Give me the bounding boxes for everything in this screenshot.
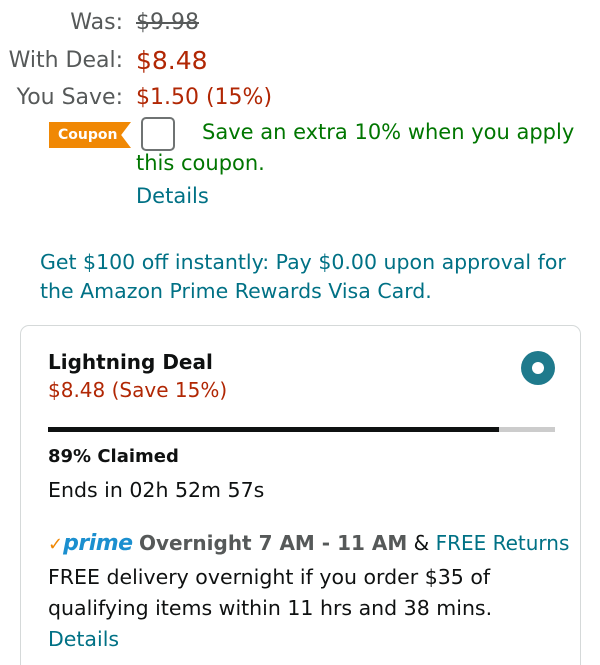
delivery-details-link[interactable]: Details <box>48 624 119 655</box>
delivery-window: Overnight 7 AM - 11 AM <box>138 531 408 555</box>
radio-selected-dot <box>532 362 544 374</box>
you-save-row: You Save: $1.50 (15%) <box>0 80 600 116</box>
was-price: $9.98 <box>136 10 199 35</box>
was-price-row: Was: $9.98 <box>0 5 600 41</box>
claimed-progress-bar <box>48 427 555 432</box>
savings-amount: $1.50 (15%) <box>136 85 273 110</box>
prime-card-promo-link[interactable]: Get $100 off instantly: Pay $0.00 upon a… <box>40 248 580 306</box>
prime-wordmark: prime <box>63 531 133 556</box>
coupon-details-link[interactable]: Details <box>136 181 209 212</box>
lightning-deal-title: Lightning Deal <box>48 350 213 374</box>
lightning-deal-card[interactable]: Lightning Deal $8.48 (Save 15%) 89% Clai… <box>20 325 581 665</box>
deal-price-row: With Deal: $8.48 <box>0 43 600 79</box>
lightning-deal-price: $8.48 (Save 15%) <box>48 378 228 402</box>
coupon-badge: Coupon <box>49 122 131 148</box>
coupon-text: Save an extra 10% when you apply this co… <box>136 120 575 175</box>
prime-check-icon: ✓ <box>48 534 64 555</box>
delivery-summary: ✓prime Overnight 7 AM - 11 AM & FREE Ret… <box>48 528 570 560</box>
deal-countdown: Ends in 02h 52m 57s <box>48 478 265 502</box>
claimed-progress-fill <box>48 427 500 432</box>
free-returns-link[interactable]: FREE Returns <box>436 531 570 555</box>
ampersand: & <box>413 531 430 555</box>
prime-logo: ✓prime <box>48 528 133 560</box>
delivery-description: FREE delivery overnight if you order $35… <box>48 565 493 620</box>
with-deal-label: With Deal: <box>8 48 123 73</box>
you-save-label: You Save: <box>16 85 123 110</box>
deal-radio-button[interactable] <box>521 351 555 385</box>
deal-price: $8.48 <box>136 46 208 75</box>
claimed-percentage: 89% Claimed <box>48 446 179 467</box>
coupon-checkbox[interactable] <box>141 117 175 151</box>
was-label: Was: <box>70 10 123 35</box>
